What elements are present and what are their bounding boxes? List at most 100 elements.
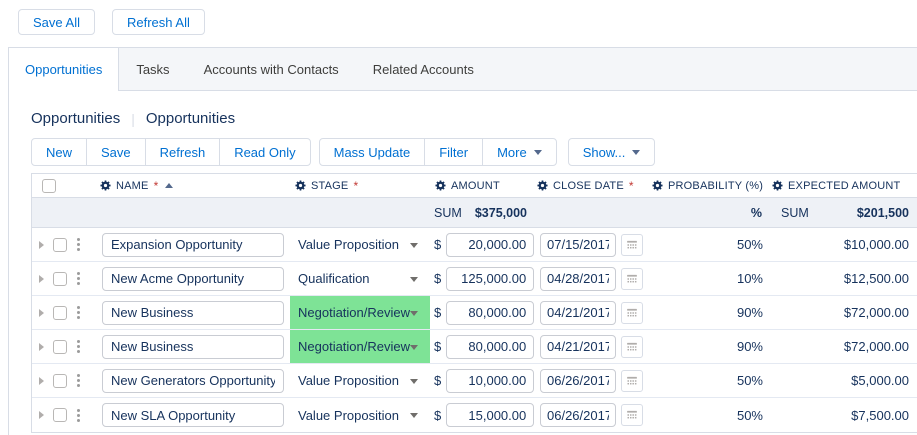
more-button[interactable]: More bbox=[482, 138, 557, 166]
breadcrumb: Opportunities | Opportunities bbox=[31, 110, 917, 127]
tab-accounts-with-contacts[interactable]: Accounts with Contacts bbox=[187, 48, 356, 90]
row-checkbox[interactable] bbox=[53, 340, 67, 354]
filter-button[interactable]: Filter bbox=[424, 138, 483, 166]
tab-related-accounts[interactable]: Related Accounts bbox=[356, 48, 491, 90]
calendar-button[interactable] bbox=[621, 302, 643, 324]
close-date-input[interactable] bbox=[540, 233, 616, 257]
table-row: Negotiation/Review $ 90% $72,000.00 bbox=[32, 296, 917, 330]
stage-select[interactable]: Value Proposition bbox=[290, 364, 430, 397]
close-date-input[interactable] bbox=[540, 335, 616, 359]
row-menu-icon[interactable] bbox=[77, 379, 80, 382]
column-settings-gear-icon[interactable] bbox=[435, 180, 446, 191]
column-label: NAME bbox=[116, 180, 149, 192]
row-checkbox[interactable] bbox=[53, 306, 67, 320]
stage-select[interactable]: Value Proposition bbox=[290, 398, 430, 432]
column-header-amount[interactable]: AMOUNT * bbox=[430, 180, 532, 192]
amount-input[interactable] bbox=[446, 233, 534, 257]
row-checkbox[interactable] bbox=[53, 374, 67, 388]
row-checkbox[interactable] bbox=[53, 408, 67, 422]
currency-symbol: $ bbox=[434, 373, 441, 388]
row-expand-icon[interactable] bbox=[39, 343, 44, 351]
tab-strip: Opportunities Tasks Accounts with Contacts… bbox=[8, 47, 917, 91]
row-menu-icon[interactable] bbox=[77, 311, 80, 314]
row-menu-icon[interactable] bbox=[77, 243, 80, 246]
calendar-button[interactable] bbox=[621, 234, 643, 256]
row-checkbox[interactable] bbox=[53, 272, 67, 286]
expected-amount-value: $72,000.00 bbox=[844, 339, 909, 354]
name-input[interactable] bbox=[102, 335, 284, 359]
close-date-input[interactable] bbox=[540, 267, 616, 291]
stage-value: Negotiation/Review bbox=[298, 339, 410, 354]
tab-label: Accounts with Contacts bbox=[204, 62, 339, 77]
row-menu-icon[interactable] bbox=[77, 277, 80, 280]
column-settings-gear-icon[interactable] bbox=[772, 180, 783, 191]
row-menu-icon[interactable] bbox=[77, 414, 80, 417]
row-menu-icon[interactable] bbox=[77, 345, 80, 348]
column-label: PROBABILITY (%) bbox=[668, 180, 763, 192]
stage-select[interactable]: Value Proposition bbox=[290, 228, 430, 261]
save-all-button[interactable]: Save All bbox=[18, 9, 95, 35]
tab-label: Opportunities bbox=[25, 62, 102, 77]
tab-tasks[interactable]: Tasks bbox=[119, 48, 186, 90]
name-input[interactable] bbox=[102, 301, 284, 325]
chevron-down-icon bbox=[410, 243, 418, 248]
name-input[interactable] bbox=[102, 403, 284, 427]
tab-opportunities[interactable]: Opportunities bbox=[9, 48, 119, 91]
amount-input[interactable] bbox=[446, 369, 534, 393]
calendar-button[interactable] bbox=[621, 336, 643, 358]
row-expand-icon[interactable] bbox=[39, 411, 44, 419]
row-expand-icon[interactable] bbox=[39, 241, 44, 249]
column-settings-gear-icon[interactable] bbox=[295, 180, 306, 191]
refresh-button[interactable]: Refresh bbox=[145, 138, 221, 166]
save-button[interactable]: Save bbox=[86, 138, 146, 166]
probability-unit: % bbox=[751, 206, 762, 220]
close-date-input[interactable] bbox=[540, 301, 616, 325]
column-settings-gear-icon[interactable] bbox=[537, 180, 548, 191]
column-label: EXPECTED AMOUNT bbox=[788, 180, 900, 192]
column-header-name[interactable]: NAME * bbox=[95, 180, 290, 192]
required-asterisk: * bbox=[629, 182, 634, 190]
stage-select[interactable]: Negotiation/Review bbox=[290, 330, 430, 363]
calendar-icon bbox=[626, 341, 638, 353]
show-button[interactable]: Show... bbox=[568, 138, 656, 166]
expected-sum-label: SUM bbox=[781, 206, 809, 220]
tab-label: Related Accounts bbox=[373, 62, 474, 77]
name-input[interactable] bbox=[102, 267, 284, 291]
calendar-button[interactable] bbox=[621, 268, 643, 290]
row-expand-icon[interactable] bbox=[39, 377, 44, 385]
stage-select[interactable]: Qualification bbox=[290, 262, 430, 295]
mass-update-button[interactable]: Mass Update bbox=[319, 138, 426, 166]
read-only-button[interactable]: Read Only bbox=[219, 138, 310, 166]
stage-select[interactable]: Negotiation/Review bbox=[290, 296, 430, 329]
calendar-button[interactable] bbox=[621, 404, 643, 426]
column-settings-gear-icon[interactable] bbox=[652, 180, 663, 191]
probability-value: 10% bbox=[737, 271, 763, 286]
refresh-all-button[interactable]: Refresh All bbox=[112, 9, 205, 35]
row-expand-icon[interactable] bbox=[39, 275, 44, 283]
table-row: Value Proposition $ 50% $10,000.00 bbox=[32, 228, 917, 262]
amount-input[interactable] bbox=[446, 403, 534, 427]
close-date-input[interactable] bbox=[540, 403, 616, 427]
toolbar-group-primary: New Save Refresh Read Only bbox=[31, 138, 311, 166]
calendar-button[interactable] bbox=[621, 370, 643, 392]
new-button[interactable]: New bbox=[31, 138, 87, 166]
amount-input[interactable] bbox=[446, 301, 534, 325]
close-date-input[interactable] bbox=[540, 369, 616, 393]
chevron-down-icon bbox=[410, 379, 418, 384]
column-header-stage[interactable]: STAGE * bbox=[290, 180, 430, 192]
name-input[interactable] bbox=[102, 369, 284, 393]
column-header-expected-amount[interactable]: EXPECTED AMOUNT * bbox=[767, 180, 917, 192]
row-expand-icon[interactable] bbox=[39, 309, 44, 317]
column-header-probability[interactable]: PROBABILITY (%) * bbox=[647, 180, 767, 192]
column-header-close-date[interactable]: CLOSE DATE * bbox=[532, 180, 647, 192]
column-label: STAGE bbox=[311, 180, 348, 192]
sort-ascending-icon bbox=[165, 183, 173, 188]
column-settings-gear-icon[interactable] bbox=[100, 180, 111, 191]
amount-input[interactable] bbox=[446, 335, 534, 359]
row-checkbox[interactable] bbox=[53, 238, 67, 252]
toolbar-group-secondary: Mass Update Filter More bbox=[319, 138, 557, 166]
select-all-checkbox[interactable] bbox=[42, 179, 56, 193]
amount-input[interactable] bbox=[446, 267, 534, 291]
name-input[interactable] bbox=[102, 233, 284, 257]
expected-amount-value: $72,000.00 bbox=[844, 305, 909, 320]
